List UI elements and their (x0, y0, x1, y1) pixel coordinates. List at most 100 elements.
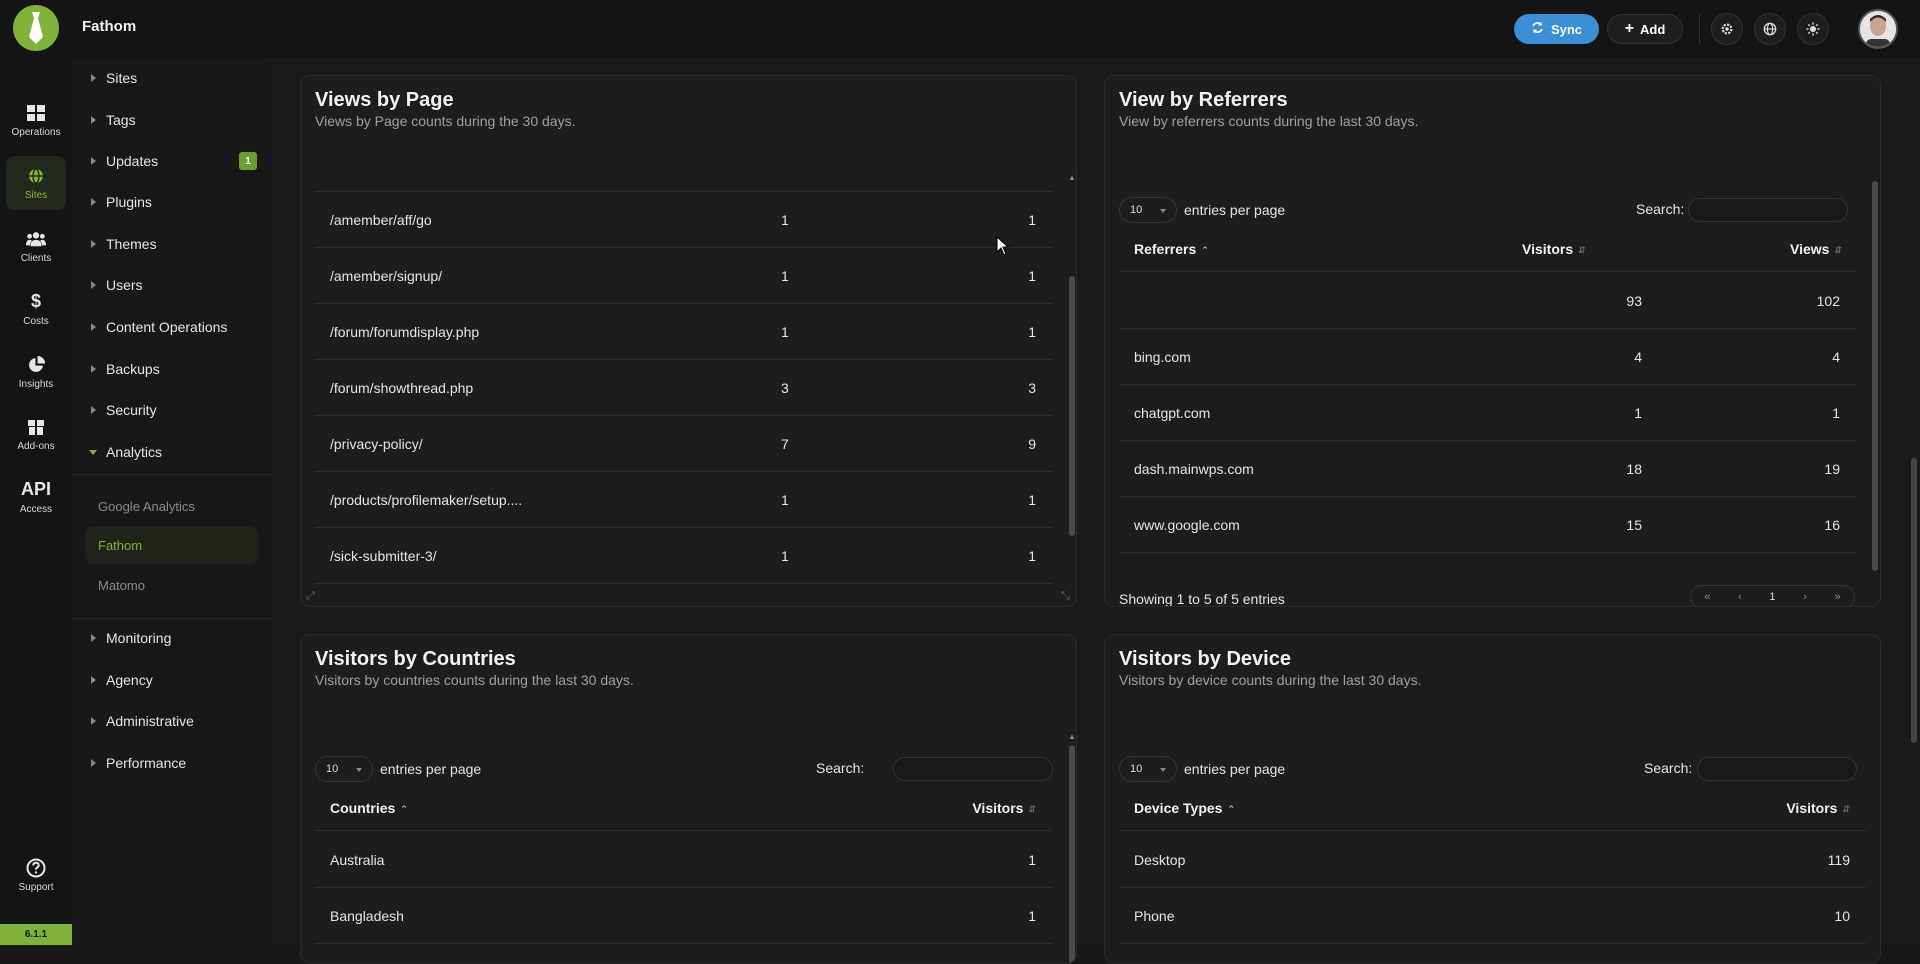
caret-right-icon (91, 74, 96, 82)
entries-label: entries per page (380, 761, 482, 777)
entries-per-page-select[interactable]: 10 (1119, 756, 1177, 782)
caret-right-icon (91, 116, 96, 124)
scroll-up-icon[interactable]: ▲ (1068, 173, 1076, 182)
rail-item-support[interactable]: Support (6, 848, 66, 902)
caret-right-icon (91, 406, 96, 414)
visitors-value: 93 (1626, 293, 1642, 309)
table-row[interactable]: Phone 10 (1119, 888, 1866, 944)
visitors-value: 1 (781, 268, 789, 284)
search-input[interactable] (1688, 198, 1848, 222)
visitors-value: 1 (781, 548, 789, 564)
column-header-countries[interactable]: Countries ⌃ (330, 800, 408, 816)
table-row[interactable]: Bangladesh 1 (315, 888, 1052, 944)
nav-item-administrative[interactable]: Administrative (72, 704, 271, 738)
nav-item-tags[interactable]: Tags (72, 103, 271, 137)
nav-item-fathom[interactable]: Fathom (85, 526, 258, 564)
rail-item-access[interactable]: API Access (6, 470, 66, 524)
column-header-visitors[interactable]: Visitors ⇵ (1786, 800, 1850, 816)
rail-item-costs[interactable]: $ Costs (6, 282, 66, 336)
avatar[interactable] (1858, 9, 1898, 49)
caret-right-icon (91, 365, 96, 373)
table-row[interactable]: /sick-submitter-3/ 1 1 (315, 528, 1052, 584)
table-row[interactable]: /products/profilemaker/setup.... 1 1 (315, 472, 1052, 528)
column-header-visitors[interactable]: Visitors ⇵ (1522, 241, 1586, 257)
nav-item-google-analytics[interactable]: Google Analytics (85, 487, 258, 525)
column-header-referrers[interactable]: Referrers ⌃ (1134, 241, 1209, 257)
pagination: « ‹ 1 › » (1690, 585, 1855, 606)
table-scrollbar[interactable] (1872, 181, 1878, 571)
entries-label: entries per page (1184, 202, 1286, 218)
table-scrollbar[interactable] (1069, 745, 1075, 963)
nav-item-performance[interactable]: Performance (72, 746, 271, 780)
first-page-button[interactable]: « (1691, 591, 1724, 603)
rail-label: Support (18, 881, 54, 893)
entries-per-page-select[interactable]: 10 (315, 756, 373, 782)
column-header-visitors[interactable]: Visitors ⇵ (972, 800, 1036, 816)
nav-item-matomo[interactable]: Matomo (85, 566, 258, 604)
table-row[interactable]: /privacy-policy/ 7 9 (315, 416, 1052, 472)
tie-logo-icon[interactable] (13, 5, 59, 51)
entries-per-page-select[interactable]: 10 (1119, 197, 1177, 223)
table-row[interactable]: Desktop 119 (1119, 832, 1866, 888)
caret-right-icon (91, 323, 96, 331)
nav-item-content-operations[interactable]: Content Operations (72, 310, 271, 344)
table-row[interactable]: Australia 1 (315, 832, 1052, 888)
next-page-button[interactable]: › (1789, 591, 1822, 603)
sync-label: Sync (1550, 21, 1583, 37)
nav-item-themes[interactable]: Themes (72, 227, 271, 261)
nav-label: Agency (106, 672, 153, 688)
device-type: Phone (1134, 908, 1175, 924)
search-input[interactable] (1697, 757, 1857, 781)
table-row[interactable]: /amember/aff/go 1 1 (315, 192, 1052, 248)
visitors-value: 15 (1626, 517, 1642, 533)
icon-rail: Operations Sites Clients $ Costs Insight… (0, 58, 72, 945)
table-row[interactable]: /amember/signup/ 1 1 (315, 248, 1052, 304)
sync-button[interactable]: Sync (1514, 14, 1599, 44)
gear-icon[interactable] (1711, 13, 1743, 45)
add-button[interactable]: + Add (1607, 14, 1683, 44)
views-value: 1 (1028, 324, 1036, 340)
table-row[interactable]: www.google.com 15 16 (1119, 497, 1856, 553)
nav-item-sites[interactable]: Sites (72, 61, 271, 95)
table-row[interactable]: /forum/forumdisplay.php 1 1 (315, 304, 1052, 360)
rail-item-sites[interactable]: Sites (6, 156, 66, 210)
nav-item-monitoring[interactable]: Monitoring (72, 621, 271, 655)
referrer-name: chatgpt.com (1134, 405, 1211, 421)
referrer-name: dash.mainwps.com (1134, 461, 1254, 477)
table-row[interactable]: chatgpt.com 1 1 (1119, 385, 1856, 441)
country-name: Australia (330, 852, 385, 868)
page-scrollbar-thumb[interactable] (1911, 458, 1917, 743)
nav-item-analytics[interactable]: Analytics (72, 435, 271, 469)
resize-icon[interactable]: ⤢ (306, 590, 315, 603)
column-header-device-types[interactable]: Device Types ⌃ (1134, 800, 1235, 816)
nav-item-security[interactable]: Security (72, 393, 271, 427)
views-value: 9 (1028, 436, 1036, 452)
nav-item-users[interactable]: Users (72, 268, 271, 302)
table-row[interactable]: dash.mainwps.com 18 19 (1119, 441, 1856, 497)
visitors-value: 3 (781, 380, 789, 396)
resize-icon[interactable]: ⤡ (1061, 590, 1070, 603)
nav-item-backups[interactable]: Backups (72, 352, 271, 386)
rail-item-addons[interactable]: Add-ons (6, 407, 66, 461)
table-row[interactable]: bing.com 4 4 (1119, 329, 1856, 385)
rail-item-operations[interactable]: Operations (6, 93, 66, 147)
nav-item-agency[interactable]: Agency (72, 663, 271, 697)
rail-item-insights[interactable]: Insights (6, 345, 66, 399)
brightness-icon[interactable] (1797, 13, 1829, 45)
prev-page-button[interactable]: ‹ (1724, 591, 1757, 603)
page-scrollbar[interactable] (1910, 58, 1918, 945)
nav-item-updates[interactable]: Updates 1 (72, 144, 271, 178)
visitors-value: 10 (1834, 908, 1850, 924)
column-header-views[interactable]: Views ⇵ (1790, 241, 1842, 257)
last-page-button[interactable]: » (1821, 591, 1854, 603)
table-row[interactable]: 93 102 (1119, 273, 1856, 329)
nav-item-plugins[interactable]: Plugins (72, 185, 271, 219)
page-button[interactable]: 1 (1756, 591, 1789, 603)
panel-title: View by Referrers (1119, 89, 1288, 111)
globe-icon[interactable] (1754, 13, 1786, 45)
table-row[interactable]: /forum/showthread.php 3 3 (315, 360, 1052, 416)
search-input[interactable] (893, 757, 1053, 781)
rail-item-clients[interactable]: Clients (6, 219, 66, 273)
table-scrollbar[interactable] (1069, 276, 1075, 536)
scroll-up-icon[interactable]: ▲ (1068, 732, 1076, 741)
